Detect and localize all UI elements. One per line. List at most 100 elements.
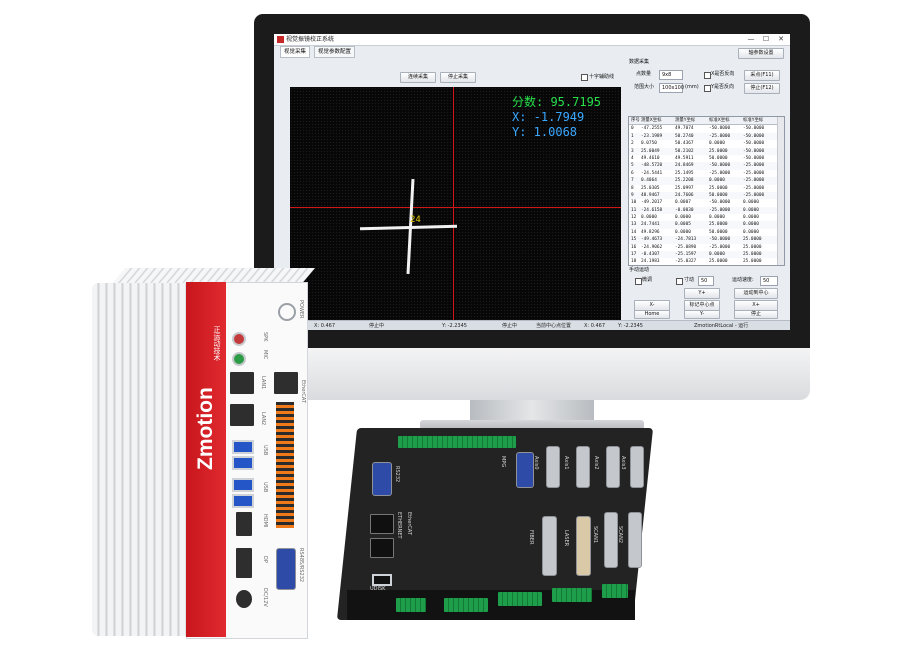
- table-cell: -50.0000: [743, 141, 765, 147]
- axis3-label: Axis3: [620, 456, 626, 470]
- table-row[interactable]: 1 -23.1989 50.2740 -25.0000 -50.0000: [629, 132, 784, 141]
- table-cell: 0.0000: [641, 215, 657, 221]
- table-cell: -50.0000: [743, 126, 765, 132]
- table-cell: -50.0000: [709, 126, 731, 132]
- y-reverse-checkbox[interactable]: [704, 85, 711, 92]
- table-cell: 12: [631, 215, 637, 221]
- table-cell: 7: [631, 178, 634, 184]
- table-row[interactable]: 5 -48.5720 24.8469 -50.0000 -25.0000: [629, 162, 784, 170]
- table-cell: 0.0000: [709, 215, 725, 221]
- continuous-capture-button[interactable]: 连续采集: [400, 72, 436, 83]
- table-row[interactable]: 3 25.0049 50.2102 25.0000 -50.0000: [629, 147, 784, 155]
- camera-view[interactable]: 24 分数: 95.7195 X: -1.7949 Y: 1.0068: [290, 87, 621, 320]
- table-row[interactable]: 6 -24.5441 25.1495 -25.0000 -25.0000: [629, 170, 784, 177]
- bottom-terminal-2: [444, 598, 488, 612]
- table-row[interactable]: 14 49.8296 0.0000 50.0000 0.0000: [629, 229, 784, 236]
- table-cell: 25.0000: [709, 185, 728, 191]
- laser-label: LASER: [563, 530, 569, 547]
- scan1-port-icon: [604, 512, 618, 568]
- table-row[interactable]: 9 48.9467 24.7606 50.0000 -25.0000: [629, 191, 784, 200]
- home-button[interactable]: Home: [634, 310, 670, 319]
- fine-checkbox[interactable]: [635, 278, 642, 285]
- x-reverse-checkbox[interactable]: [704, 72, 711, 79]
- table-cell: -47.2555: [641, 126, 663, 132]
- ethercat-label-ctrl: EtherCAT: [406, 512, 412, 535]
- table-cell: 11: [631, 207, 637, 213]
- stop-motion-button[interactable]: 停止: [734, 310, 778, 319]
- table-cell: 0.4064: [641, 178, 657, 184]
- crosshair-horizontal: [290, 207, 621, 208]
- table-row[interactable]: 0 -47.2555 49.7074 -50.0000 -50.0000: [629, 125, 784, 132]
- ethercat-port-icon: [370, 538, 394, 558]
- table-cell: 0.0000: [743, 229, 759, 235]
- table-cell: 25.2208: [675, 178, 694, 184]
- status-center-label: 当前中心点位置: [536, 323, 572, 329]
- monitor-chin: [254, 348, 810, 400]
- lan1-port-icon: [230, 372, 254, 394]
- speed-input[interactable]: 50: [760, 276, 778, 286]
- table-cell: 0.0000: [743, 200, 759, 206]
- axis-settings-button[interactable]: 轴参数设置: [738, 48, 784, 59]
- stop-sample-button[interactable]: 停止(F12): [744, 83, 780, 94]
- range-input[interactable]: 100x100: [659, 83, 684, 93]
- udisk-label: UDISK: [370, 586, 386, 592]
- tab-config[interactable]: 视觉参数配置: [314, 46, 356, 58]
- table-row[interactable]: 18 24.1983 -25.0327 25.0000 25.0000: [629, 258, 784, 265]
- table-scrollbar[interactable]: [777, 117, 784, 265]
- lan2-label: LAN2: [260, 412, 266, 426]
- laser-port-icon: [576, 516, 591, 576]
- table-cell: 50.0000: [709, 229, 728, 235]
- table-row[interactable]: 16 -24.9062 -25.0890 -25.0000 25.0000: [629, 244, 784, 251]
- table-cell: -25.0327: [675, 259, 697, 265]
- move-center-button[interactable]: 运动到中心: [734, 288, 778, 299]
- table-cell: 25.0000: [743, 244, 762, 250]
- table-cell: 10: [631, 200, 637, 206]
- sample-button[interactable]: 采点(F11): [744, 70, 780, 81]
- table-cell: 2: [631, 141, 634, 147]
- power-button-icon[interactable]: [278, 303, 296, 321]
- table-cell: -49.4673: [641, 237, 663, 243]
- table-row[interactable]: 10 -49.2017 0.0007 -50.0000 0.0000: [629, 199, 784, 206]
- table-row[interactable]: 8 25.0305 25.0997 25.0000 -25.0000: [629, 185, 784, 192]
- fiber-label: FIBER: [528, 530, 534, 545]
- col-standard-x: 标准X坐标: [709, 118, 730, 123]
- point-count-select[interactable]: 9x8: [659, 70, 683, 80]
- table-cell: 49.8296: [641, 229, 660, 235]
- table-cell: 50.0000: [709, 192, 728, 198]
- table-row[interactable]: 11 -24.6158 -0.0030 -25.0000 0.0000: [629, 206, 784, 215]
- y-minus-button[interactable]: Y-: [684, 310, 720, 319]
- table-row[interactable]: 15 -49.4673 -24.7813 -50.0000 25.0000: [629, 236, 784, 244]
- maximize-icon[interactable]: ☐: [759, 34, 773, 45]
- table-cell: 14: [631, 229, 637, 235]
- crosshair-vertical: [453, 87, 454, 320]
- close-icon[interactable]: ✕: [774, 34, 788, 45]
- table-cell: 25.0000: [743, 252, 762, 258]
- status-bar: X: 0.467 停止中 Y: -2.2345 停止中 当前中心点位置 X: 0…: [274, 320, 790, 330]
- table-row[interactable]: 2 0.0750 50.4367 0.0000 -50.0000: [629, 140, 784, 147]
- table-body: 0 -47.2555 49.7074 -50.0000 -50.0000 1 -23.198…: [629, 125, 784, 265]
- range-label: 范围大小: [634, 84, 655, 90]
- table-row[interactable]: 4 49.4610 49.5911 50.0000 -50.0000: [629, 155, 784, 162]
- data-table[interactable]: 序号 测量X坐标 测量Y坐标 标准X坐标 标准Y坐标 0 -47.2555 49.7…: [628, 116, 785, 266]
- inch-input[interactable]: 50: [698, 276, 714, 286]
- table-row[interactable]: 13 24.7441 0.0005 25.0000 0.0000: [629, 221, 784, 229]
- table-cell: 24.8469: [675, 163, 694, 169]
- rs232-label: RS232: [394, 466, 400, 483]
- hdmi-port-icon: [236, 512, 252, 536]
- table-cell: -24.7813: [675, 237, 697, 243]
- mpg-label: MPG: [500, 456, 506, 468]
- table-row[interactable]: 17 -0.4307 -25.1597 0.0000 25.0000: [629, 251, 784, 259]
- minimize-icon[interactable]: —: [744, 34, 758, 45]
- bottom-terminal-4: [552, 588, 592, 602]
- table-row[interactable]: 7 0.4064 25.2208 0.0000 -25.0000: [629, 177, 784, 185]
- y-plus-button[interactable]: Y+: [684, 288, 720, 299]
- ipc-brand-subtitle: 正运动技术: [213, 326, 221, 361]
- tab-capture[interactable]: 视觉采集: [280, 46, 311, 58]
- table-row[interactable]: 12 0.0000 0.0000 0.0000 0.0000: [629, 214, 784, 221]
- overlay-x: X: -1.7949: [512, 110, 585, 124]
- inch-checkbox[interactable]: [676, 278, 683, 285]
- stop-capture-button[interactable]: 停止采集: [440, 72, 476, 83]
- crosshair-checkbox[interactable]: [581, 74, 588, 81]
- ipc-heatsink-side: [92, 283, 186, 636]
- col-measured-y: 测量Y坐标: [675, 118, 696, 123]
